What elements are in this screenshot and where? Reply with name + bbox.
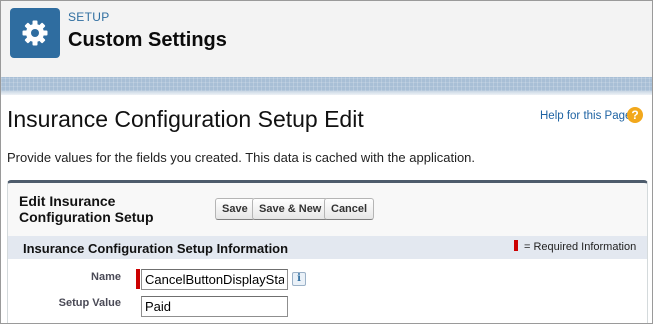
help-link[interactable]: Help for this Page [540, 110, 631, 122]
help-icon[interactable]: ? [627, 107, 643, 123]
page-description: Provide values for the fields you create… [7, 150, 476, 165]
required-marker [514, 240, 518, 251]
name-input[interactable] [141, 269, 288, 290]
name-label: Name [91, 271, 121, 283]
save-button[interactable]: Save [215, 198, 255, 220]
cancel-button[interactable]: Cancel [324, 198, 375, 220]
field-area: Name i Setup Value [8, 259, 647, 323]
required-indicator [136, 269, 140, 289]
setup-header: SETUP Custom Settings [1, 1, 652, 77]
app-window: SETUP Custom Settings Insurance Configur… [0, 0, 653, 324]
page-header-title: Custom Settings [68, 29, 227, 51]
section-header: Insurance Configuration Setup Informatio… [8, 236, 647, 259]
decorative-band [1, 77, 652, 91]
save-and-new-button[interactable]: Save & New [252, 198, 329, 220]
band-shadow [1, 91, 652, 95]
gear-icon [10, 8, 60, 58]
page-title: Insurance Configuration Setup Edit [7, 106, 364, 132]
setup-breadcrumb[interactable]: SETUP [68, 10, 110, 24]
panel-title: Edit Insurance Configuration Setup [19, 193, 154, 225]
required-legend: = Required Information [524, 241, 637, 253]
setup-value-input[interactable] [141, 296, 288, 317]
section-title: Insurance Configuration Setup Informatio… [23, 241, 289, 256]
edit-panel: Edit Insurance Configuration Setup Save … [7, 180, 648, 323]
info-icon[interactable]: i [292, 272, 306, 286]
setup-value-label: Setup Value [58, 297, 121, 309]
